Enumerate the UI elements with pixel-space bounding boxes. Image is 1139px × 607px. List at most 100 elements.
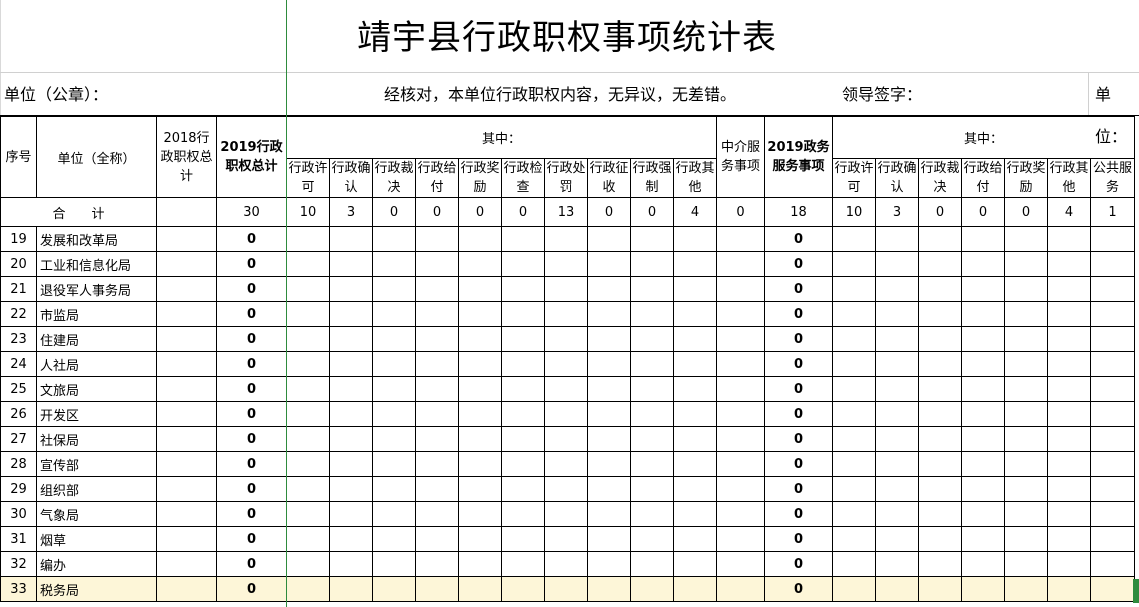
- row-unit-name[interactable]: 工业和信息化局: [36, 251, 157, 277]
- row-seq[interactable]: 22: [0, 301, 37, 327]
- row-gov-cell[interactable]: [1090, 526, 1135, 552]
- row-admin-cell[interactable]: [372, 251, 416, 277]
- row-gov-cell[interactable]: [875, 326, 919, 352]
- row-gov-cell[interactable]: [1047, 551, 1091, 577]
- row-total-2018[interactable]: [156, 351, 217, 377]
- row-admin-cell[interactable]: [630, 426, 674, 452]
- row-gov-cell[interactable]: [918, 276, 962, 302]
- row-admin-cell[interactable]: [587, 351, 631, 377]
- summary-admin-value[interactable]: 0: [415, 197, 459, 227]
- row-admin-cell[interactable]: [286, 376, 330, 402]
- row-gov-cell[interactable]: [1004, 551, 1048, 577]
- summary-admin-value[interactable]: 0: [630, 197, 674, 227]
- row-admin-cell[interactable]: [415, 326, 459, 352]
- row-intermediary[interactable]: [716, 376, 765, 402]
- row-admin-cell[interactable]: [286, 351, 330, 377]
- row-total-2019[interactable]: 0: [216, 526, 287, 552]
- row-admin-cell[interactable]: [587, 251, 631, 277]
- row-admin-cell[interactable]: [630, 251, 674, 277]
- summary-admin-value[interactable]: 0: [372, 197, 416, 227]
- unit-seal-label[interactable]: 单位（公章）：: [4, 74, 108, 116]
- row-gov-2019[interactable]: 0: [764, 401, 833, 427]
- row-unit-name[interactable]: 发展和改革局: [36, 226, 157, 252]
- row-admin-cell[interactable]: [415, 501, 459, 527]
- row-admin-cell[interactable]: [415, 476, 459, 502]
- row-admin-cell[interactable]: [673, 326, 717, 352]
- row-admin-cell[interactable]: [587, 526, 631, 552]
- row-admin-cell[interactable]: [587, 301, 631, 327]
- row-gov-cell[interactable]: [832, 376, 876, 402]
- row-admin-cell[interactable]: [415, 351, 459, 377]
- row-gov-cell[interactable]: [1090, 326, 1135, 352]
- row-gov-2019[interactable]: 0: [764, 376, 833, 402]
- row-admin-cell[interactable]: [329, 326, 373, 352]
- header-admin-sub[interactable]: 行政处罚: [544, 158, 588, 198]
- row-admin-cell[interactable]: [673, 401, 717, 427]
- row-admin-cell[interactable]: [329, 351, 373, 377]
- row-admin-cell[interactable]: [286, 251, 330, 277]
- row-admin-cell[interactable]: [544, 226, 588, 252]
- row-admin-cell[interactable]: [501, 401, 545, 427]
- row-unit-name[interactable]: 烟草: [36, 526, 157, 552]
- row-admin-cell[interactable]: [587, 476, 631, 502]
- row-gov-cell[interactable]: [1090, 376, 1135, 402]
- row-admin-cell[interactable]: [544, 351, 588, 377]
- row-gov-cell[interactable]: [961, 426, 1005, 452]
- row-total-2019[interactable]: 0: [216, 576, 287, 602]
- row-admin-cell[interactable]: [372, 401, 416, 427]
- row-admin-cell[interactable]: [673, 426, 717, 452]
- row-intermediary[interactable]: [716, 526, 765, 552]
- row-admin-cell[interactable]: [372, 476, 416, 502]
- row-admin-cell[interactable]: [501, 476, 545, 502]
- row-gov-cell[interactable]: [961, 526, 1005, 552]
- row-gov-2019[interactable]: 0: [764, 426, 833, 452]
- header-among-gov[interactable]: 其中：: [832, 116, 1135, 159]
- summary-gov-value[interactable]: 3: [875, 197, 919, 227]
- row-gov-cell[interactable]: [918, 351, 962, 377]
- row-admin-cell[interactable]: [544, 526, 588, 552]
- row-total-2018[interactable]: [156, 226, 217, 252]
- row-admin-cell[interactable]: [329, 451, 373, 477]
- row-admin-cell[interactable]: [587, 426, 631, 452]
- row-gov-cell[interactable]: [832, 451, 876, 477]
- row-gov-cell[interactable]: [1047, 401, 1091, 427]
- row-admin-cell[interactable]: [286, 226, 330, 252]
- row-admin-cell[interactable]: [415, 401, 459, 427]
- row-admin-cell[interactable]: [458, 476, 502, 502]
- row-total-2019[interactable]: 0: [216, 551, 287, 577]
- row-admin-cell[interactable]: [286, 301, 330, 327]
- row-gov-cell[interactable]: [1004, 276, 1048, 302]
- row-gov-cell[interactable]: [961, 551, 1005, 577]
- row-gov-cell[interactable]: [1004, 426, 1048, 452]
- row-gov-cell[interactable]: [832, 351, 876, 377]
- row-admin-cell[interactable]: [372, 501, 416, 527]
- row-admin-cell[interactable]: [630, 451, 674, 477]
- row-seq[interactable]: 26: [0, 401, 37, 427]
- row-intermediary[interactable]: [716, 326, 765, 352]
- row-intermediary[interactable]: [716, 301, 765, 327]
- row-admin-cell[interactable]: [673, 451, 717, 477]
- row-admin-cell[interactable]: [587, 376, 631, 402]
- row-admin-cell[interactable]: [544, 426, 588, 452]
- row-seq[interactable]: 27: [0, 426, 37, 452]
- row-gov-cell[interactable]: [1004, 326, 1048, 352]
- row-admin-cell[interactable]: [329, 426, 373, 452]
- row-admin-cell[interactable]: [501, 576, 545, 602]
- row-gov-cell[interactable]: [1047, 251, 1091, 277]
- row-gov-cell[interactable]: [918, 426, 962, 452]
- header-gov-service-2019[interactable]: 2019政务服务事项: [764, 116, 833, 198]
- row-unit-name[interactable]: 气象局: [36, 501, 157, 527]
- row-gov-cell[interactable]: [918, 251, 962, 277]
- row-total-2019[interactable]: 0: [216, 376, 287, 402]
- row-unit-name[interactable]: 编办: [36, 551, 157, 577]
- row-unit-name[interactable]: 开发区: [36, 401, 157, 427]
- row-seq[interactable]: 25: [0, 376, 37, 402]
- summary-label[interactable]: 合 计: [0, 197, 157, 227]
- header-gov-sub[interactable]: 行政确认: [875, 158, 919, 198]
- row-admin-cell[interactable]: [329, 526, 373, 552]
- row-total-2018[interactable]: [156, 426, 217, 452]
- row-gov-cell[interactable]: [832, 326, 876, 352]
- row-total-2018[interactable]: [156, 376, 217, 402]
- row-gov-cell[interactable]: [832, 401, 876, 427]
- row-admin-cell[interactable]: [673, 526, 717, 552]
